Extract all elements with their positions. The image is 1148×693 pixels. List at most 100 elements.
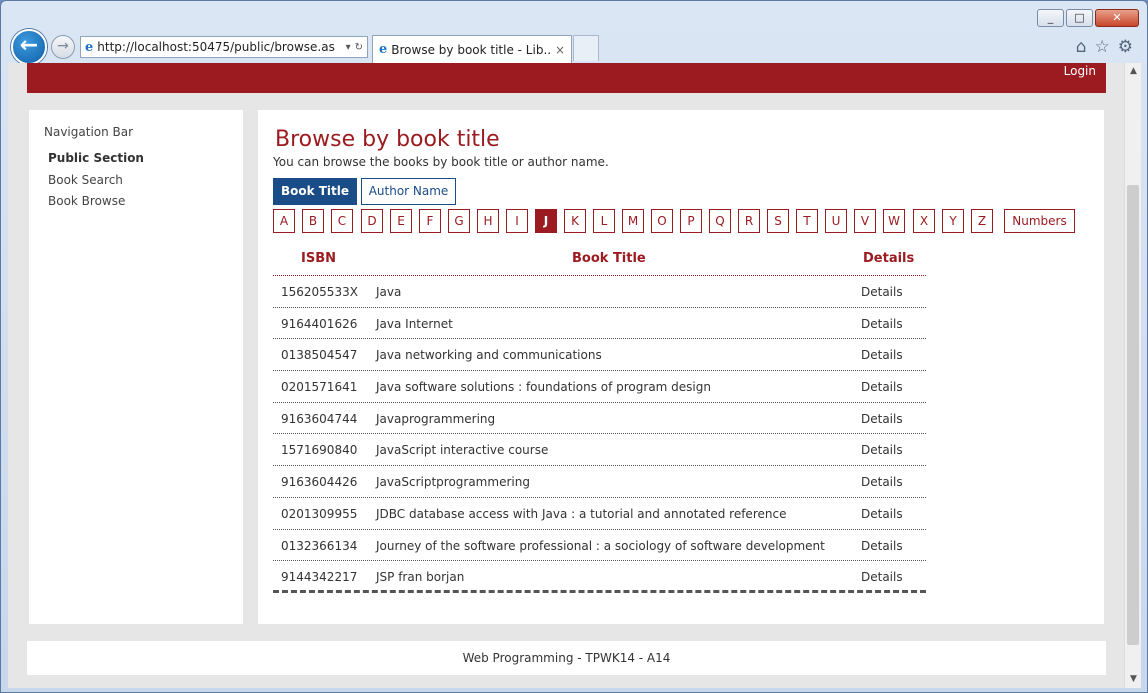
table-row: 9163604744 Javaprogrammering Details [273, 403, 926, 435]
main-content: Browse by book title You can browse the … [258, 110, 1104, 624]
page-subtitle: You can browse the books by book title o… [273, 155, 609, 169]
ie-page-icon: e [85, 39, 94, 55]
settings-gear-icon[interactable]: ⚙ [1118, 37, 1133, 57]
table-row: 1571690840 JavaScript interactive course D… [273, 434, 926, 467]
letter-c-button[interactable]: C [331, 209, 353, 233]
letter-f-button[interactable]: F [419, 209, 441, 233]
letter-b-button[interactable]: B [302, 209, 324, 233]
book-title-cell: Journey of the software professional : a… [376, 538, 825, 553]
letter-r-button[interactable]: R [738, 209, 760, 233]
home-icon[interactable]: ⌂ [1076, 37, 1087, 57]
table-row: 0201309955 JDBC database access with Java… [273, 498, 926, 530]
tab-close-icon[interactable]: × [555, 43, 565, 57]
favorites-star-icon[interactable]: ☆ [1095, 37, 1110, 57]
letter-m-button[interactable]: M [622, 209, 644, 233]
isbn-cell: 156205533X [281, 285, 358, 299]
book-title-cell: JSP fran borjan [376, 570, 465, 585]
table-row: 0132366134 Journey of the software profes… [273, 530, 926, 562]
letter-k-button[interactable]: K [564, 209, 586, 233]
address-bar[interactable]: e http://localhost:50475/public/browse.a… [80, 36, 368, 58]
scroll-up-arrow-icon[interactable]: ▲ [1125, 63, 1141, 80]
details-link[interactable]: Details [861, 348, 903, 362]
sidebar-item-book-search[interactable]: Book Search [48, 173, 123, 187]
letter-u-button[interactable]: U [825, 209, 847, 233]
close-window-button[interactable]: ✕ [1095, 9, 1139, 27]
letter-y-button[interactable]: Y [942, 209, 964, 233]
back-arrow-icon[interactable]: ← [11, 29, 47, 65]
table-row: 9163604426 JavaScriptprogrammering Details [273, 466, 926, 498]
letter-t-button[interactable]: T [796, 209, 818, 233]
details-link[interactable]: Details [861, 380, 903, 394]
book-title-cell: Java [376, 285, 402, 299]
browser-window: _ □ ✕ ← → e http://localhost:50475/publi… [0, 0, 1148, 693]
details-link[interactable]: Details [861, 539, 903, 553]
details-link[interactable]: Details [861, 507, 903, 521]
browser-chrome: _ □ ✕ ← → e http://localhost:50475/publi… [1, 1, 1147, 65]
book-title-cell: JavaScriptprogrammering [376, 475, 530, 490]
details-link[interactable]: Details [861, 570, 903, 584]
table-row: 0201571641 Java software solutions : foun… [273, 371, 926, 403]
book-title-cell: Java software solutions : foundations of… [376, 380, 711, 395]
letter-e-button[interactable]: E [390, 209, 412, 233]
table-row: 156205533X Java Details [273, 276, 926, 308]
letter-p-button[interactable]: P [680, 209, 702, 233]
vertical-scrollbar[interactable]: ▲ ▼ [1124, 63, 1141, 688]
letter-d-button[interactable]: D [361, 209, 383, 233]
details-link[interactable]: Details [861, 317, 903, 331]
sidebar-title: Navigation Bar [44, 125, 134, 139]
letter-w-button[interactable]: W [883, 209, 905, 233]
tab-book-title[interactable]: Book Title [273, 178, 357, 205]
sidebar-section-heading: Public Section [48, 151, 144, 165]
site-header-bar: Login [27, 63, 1106, 93]
book-title-cell: Java networking and communications [376, 348, 602, 363]
letter-a-button[interactable]: A [273, 209, 295, 233]
url-text[interactable]: http://localhost:50475/public/browse.as [97, 40, 341, 54]
scroll-down-arrow-icon[interactable]: ▼ [1125, 671, 1141, 688]
window-controls: _ □ ✕ [1037, 9, 1139, 27]
sidebar-item-book-browse[interactable]: Book Browse [48, 194, 125, 208]
book-title-cell: Javaprogrammering [376, 411, 496, 426]
details-link[interactable]: Details [861, 443, 903, 457]
letter-s-button[interactable]: S [767, 209, 789, 233]
table-row: 9144342217 JSP fran borjan Details [273, 561, 926, 593]
browser-tab[interactable]: e Browse by book title - Lib... × [372, 35, 572, 63]
tab-author-name[interactable]: Author Name [361, 178, 456, 205]
letter-g-button[interactable]: G [448, 209, 470, 233]
sidebar: Navigation Bar Public Section Book Searc… [29, 110, 243, 624]
details-link[interactable]: Details [861, 475, 903, 489]
letter-j-button[interactable]: J [535, 209, 557, 233]
forward-arrow-icon[interactable]: → [51, 35, 75, 59]
letter-numbers-button[interactable]: Numbers [1004, 209, 1075, 233]
isbn-cell: 1571690840 [281, 443, 358, 458]
address-dropdown-icon[interactable]: ▾ [346, 42, 351, 53]
letter-l-button[interactable]: L [593, 209, 615, 233]
letter-x-button[interactable]: X [913, 209, 935, 233]
footer: Web Programming - TPWK14 - A14 [27, 641, 1106, 675]
table-row: 9164401626 Java Internet Details [273, 308, 926, 340]
letter-v-button[interactable]: V [854, 209, 876, 233]
letter-z-button[interactable]: Z [971, 209, 993, 233]
table-body: 156205533X Java Details 9164401626 Java Inte… [273, 276, 926, 593]
isbn-cell: 0201309955 [281, 506, 358, 521]
refresh-icon[interactable]: ↻ [355, 42, 363, 53]
maximize-button[interactable]: □ [1066, 9, 1093, 27]
letter-q-button[interactable]: Q [709, 209, 731, 233]
letter-o-button[interactable]: O [651, 209, 673, 233]
new-tab-button[interactable] [573, 35, 599, 61]
isbn-cell: 9163604744 [281, 411, 358, 426]
scrollbar-thumb[interactable] [1127, 185, 1139, 645]
header-isbn: ISBN [301, 251, 336, 266]
login-link[interactable]: Login [1064, 64, 1096, 78]
header-book-title: Book Title [572, 251, 646, 266]
details-link[interactable]: Details [861, 285, 903, 299]
letter-h-button[interactable]: H [477, 209, 499, 233]
details-link[interactable]: Details [861, 412, 903, 426]
isbn-cell: 9163604426 [281, 475, 358, 490]
minimize-button[interactable]: _ [1037, 9, 1064, 27]
book-title-cell: JavaScript interactive course [376, 443, 549, 458]
letter-i-button[interactable]: I [506, 209, 528, 233]
isbn-cell: 0138504547 [281, 348, 358, 363]
book-title-cell: JDBC database access with Java : a tutor… [376, 506, 787, 521]
tab-title[interactable]: Browse by book title - Lib... [391, 43, 551, 57]
isbn-cell: 9164401626 [281, 316, 358, 331]
